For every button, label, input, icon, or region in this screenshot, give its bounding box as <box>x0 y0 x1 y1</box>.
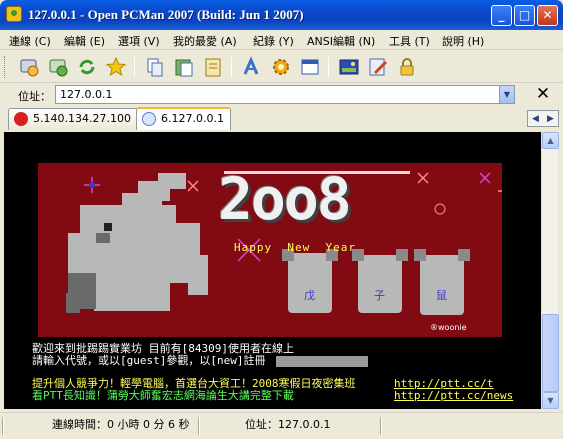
rat-label-3: 鼠 <box>436 289 447 302</box>
scroll-thumb[interactable] <box>542 314 559 392</box>
reconnect-icon[interactable] <box>46 55 70 79</box>
tab-scroll-left-icon[interactable]: ◀ <box>532 114 539 124</box>
tab-bar: 5.140.134.27.100 6.127.0.0.1 ◀ ▶ <box>0 107 563 130</box>
art-title: 2oo8 <box>218 165 352 233</box>
toolbar-grip[interactable] <box>4 56 7 78</box>
address-label: 位址： <box>18 90 51 103</box>
tab-scroll-buttons[interactable]: ◀ ▶ <box>527 110 559 127</box>
terminal-scrollbar[interactable]: ▲ ▼ <box>541 132 559 409</box>
edit-icon[interactable] <box>366 55 390 79</box>
login-prompt-line[interactable]: 請輸入代號，或以[guest]參觀，以[new]註冊 <box>32 354 369 367</box>
connect-icon[interactable] <box>17 55 41 79</box>
connection-time: 連線時間：0 小時 0 分 6 秒 <box>52 418 190 431</box>
scroll-up-icon[interactable]: ▲ <box>542 132 559 149</box>
tab-disconnected-session[interactable]: 5.140.134.27.100 <box>8 108 138 130</box>
art-signature: ®woonie <box>430 323 467 332</box>
rat-label-2: 子 <box>374 289 385 302</box>
close-connection-icon[interactable]: ✕ <box>534 86 552 104</box>
menu-tools[interactable]: 工具 (T) <box>389 33 430 49</box>
settings-gear-icon[interactable] <box>269 55 293 79</box>
address-bar: 位址： ▼ ✕ <box>0 84 563 106</box>
connected-icon <box>142 112 156 126</box>
menu-options[interactable]: 選項 (V) <box>118 33 160 49</box>
maximize-button[interactable]: □ <box>514 5 535 26</box>
menu-help[interactable]: 說明 (H) <box>442 33 484 49</box>
menu-ansi-edit[interactable]: ANSI編輯 (N) <box>307 33 375 49</box>
tab-label: 6.127.0.0.1 <box>161 112 224 125</box>
menu-connect[interactable]: 連線 (C) <box>9 33 51 49</box>
close-button[interactable]: ✕ <box>537 5 558 26</box>
address-input[interactable] <box>55 85 500 104</box>
address-dropdown-button[interactable]: ▼ <box>499 85 515 104</box>
title-bar[interactable]: 127.0.0.1 - Open PCMan 2007 (Build: Jun … <box>0 0 563 30</box>
status-bar: 連線時間：0 小時 0 分 6 秒 位址：127.0.0.1 <box>0 412 563 439</box>
status-address: 位址：127.0.0.1 <box>245 418 331 431</box>
menu-bar: 連線 (C) 編輯 (E) 選項 (V) 我的最愛 (A) 紀錄 (Y) ANS… <box>0 30 563 50</box>
menu-edit[interactable]: 編輯 (E) <box>64 33 105 49</box>
menu-favorites[interactable]: 我的最愛 (A) <box>173 33 237 49</box>
toolbar <box>0 51 563 83</box>
ad-link-2[interactable]: http://ptt.cc/news <box>394 390 513 402</box>
disconnected-icon <box>14 112 28 126</box>
window-icon[interactable] <box>298 55 322 79</box>
copy-icon[interactable] <box>143 55 167 79</box>
minimize-button[interactable]: _ <box>491 5 512 26</box>
ad-line-2: 看PTT長知識！蒲勞大師奮宏志網海論生大講完整下載 <box>32 389 294 402</box>
tab-scroll-right-icon[interactable]: ▶ <box>547 114 554 124</box>
art-greeting: Happy New Year <box>234 241 356 254</box>
scroll-down-icon[interactable]: ▼ <box>542 392 559 409</box>
new-year-ansi-art: 2oo8 Happy New Year 戊 子 鼠 ®woonie <box>38 163 508 337</box>
notes-icon[interactable] <box>201 55 225 79</box>
app-icon[interactable] <box>6 6 22 22</box>
refresh-icon[interactable] <box>75 55 99 79</box>
font-icon[interactable] <box>240 55 264 79</box>
terminal-screen[interactable]: 2oo8 Happy New Year 戊 子 鼠 ®woonie 歡迎來到批踢… <box>4 132 541 409</box>
tab-label: 5.140.134.27.100 <box>33 112 131 125</box>
fullscreen-icon[interactable] <box>337 55 361 79</box>
favorite-star-icon[interactable] <box>104 55 128 79</box>
paste-icon[interactable] <box>172 55 196 79</box>
window-title: 127.0.0.1 - Open PCMan 2007 (Build: Jun … <box>28 7 304 22</box>
tab-active-session[interactable]: 6.127.0.0.1 <box>136 107 231 130</box>
rat-label-1: 戊 <box>304 289 315 302</box>
menu-history[interactable]: 紀錄 (Y) <box>253 33 294 49</box>
login-prompt-text: 請輸入代號，或以[guest]參觀，以[new]註冊 <box>32 354 266 367</box>
login-input-field[interactable] <box>276 355 369 367</box>
lock-icon[interactable] <box>395 55 419 79</box>
